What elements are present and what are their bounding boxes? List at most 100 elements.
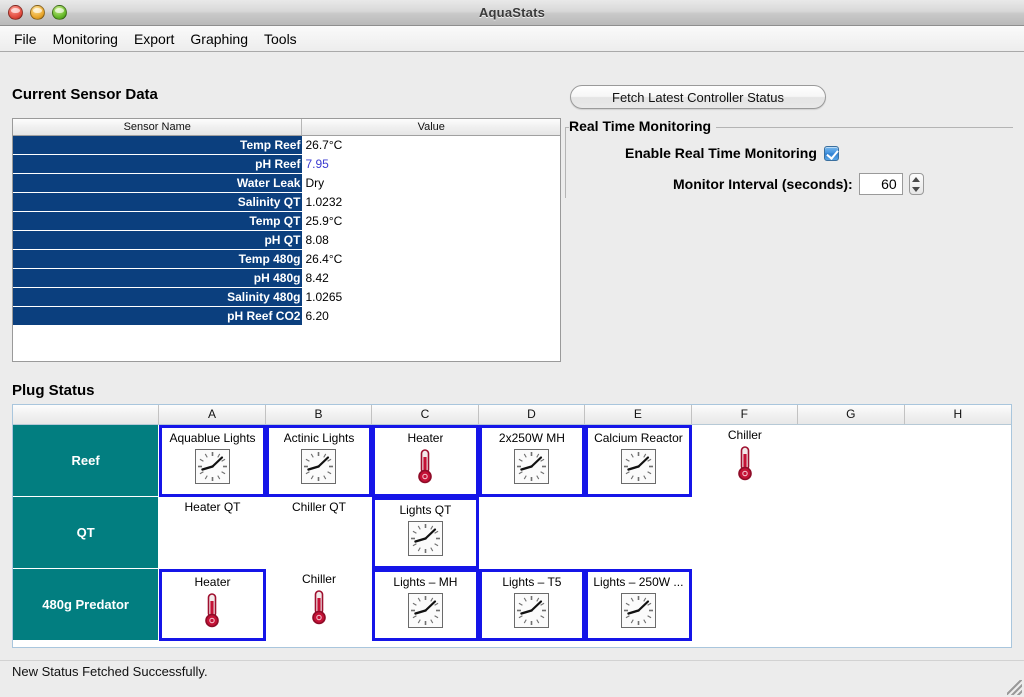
statusbar: New Status Fetched Successfully. <box>0 660 1024 697</box>
table-row[interactable]: pH Reef 7.95 <box>13 155 560 174</box>
monitor-interval-label: Monitor Interval (seconds): <box>673 176 853 192</box>
plug-cell[interactable] <box>798 497 905 569</box>
plug-cell-label: Actinic Lights <box>283 431 355 445</box>
sensor-value-cell: Dry <box>302 174 560 193</box>
column-header-f[interactable]: F <box>691 405 799 424</box>
plug-row-header[interactable]: QT <box>13 497 160 569</box>
plug-cell[interactable] <box>478 497 586 569</box>
sensor-value-cell: 26.4°C <box>302 250 560 269</box>
table-row[interactable]: pH 480g 8.42 <box>13 269 560 288</box>
plug-cell[interactable] <box>904 425 1011 497</box>
sensor-table-header: Sensor Name Value <box>13 119 560 136</box>
table-row[interactable]: Temp Reef 26.7°C <box>13 136 560 155</box>
window-controls <box>8 5 67 20</box>
menu-item-export[interactable]: Export <box>126 29 182 49</box>
plug-cell[interactable]: Heater QT <box>159 497 266 569</box>
menu-item-monitoring[interactable]: Monitoring <box>45 29 126 49</box>
column-header-h[interactable]: H <box>904 405 1011 424</box>
plug-table-corner <box>13 405 160 424</box>
plug-cell[interactable]: Lights – T5 <box>478 569 586 641</box>
plug-cell[interactable]: Heater <box>372 425 479 497</box>
sensor-name-cell: Water Leak <box>13 174 303 193</box>
real-time-monitoring-group: Real Time Monitoring Enable Real Time Mo… <box>565 118 1013 198</box>
plug-cell[interactable] <box>904 497 1011 569</box>
plug-cell[interactable]: Heater <box>159 569 266 641</box>
close-button[interactable] <box>8 5 23 20</box>
sensor-name-cell: Salinity QT <box>13 193 303 212</box>
table-row[interactable]: Temp 480g 26.4°C <box>13 250 560 269</box>
plug-cell[interactable]: Aquablue Lights <box>159 425 266 497</box>
menu-item-file[interactable]: File <box>6 29 45 49</box>
fetch-latest-controller-status-button[interactable]: Fetch Latest Controller Status <box>570 85 826 109</box>
clock-icon <box>513 592 550 629</box>
plug-row-header[interactable]: 480g Predator <box>13 569 160 641</box>
sensor-value-cell: 7.95 <box>302 155 560 174</box>
column-header-sensor-name[interactable]: Sensor Name <box>13 119 303 135</box>
main-content: Current Sensor Data Fetch Latest Control… <box>0 52 1024 660</box>
sensor-value-cell: 8.42 <box>302 269 560 288</box>
plug-cell-label: Chiller QT <box>291 500 346 514</box>
plug-table-body: Reef Aquablue Lights Actinic Lights Heater 2… <box>13 425 1011 641</box>
sensor-table-body: Temp Reef 26.7°C pH Reef 7.95 Water Leak Dry S… <box>13 136 560 326</box>
monitor-interval-row: Monitor Interval (seconds): 60 <box>673 173 924 195</box>
plug-cell[interactable] <box>798 425 905 497</box>
column-header-b[interactable]: B <box>265 405 373 424</box>
table-row[interactable]: Temp QT 25.9°C <box>13 212 560 231</box>
plug-cell[interactable]: 2x250W MH <box>478 425 586 497</box>
plug-cell[interactable]: Calcium Reactor <box>585 425 692 497</box>
plug-table-row: QT Heater QT Chiller QT Lights QT <box>13 497 1011 569</box>
table-row[interactable]: pH QT 8.08 <box>13 231 560 250</box>
clock-icon <box>513 448 550 485</box>
plug-cell[interactable]: Lights QT <box>372 497 479 569</box>
real-time-monitoring-legend: Real Time Monitoring <box>569 118 717 134</box>
table-row[interactable]: Salinity QT 1.0232 <box>13 193 560 212</box>
plug-cell[interactable]: Chiller QT <box>265 497 373 569</box>
clock-icon <box>300 448 337 485</box>
clock-icon <box>407 592 444 629</box>
sensor-value-cell: 1.0232 <box>302 193 560 212</box>
thermometer-icon <box>202 592 222 629</box>
column-header-g[interactable]: G <box>798 405 905 424</box>
plug-row-header[interactable]: Reef <box>13 425 160 497</box>
clock-icon <box>620 592 657 629</box>
plug-cell[interactable]: Actinic Lights <box>265 425 373 497</box>
plug-cell[interactable]: Lights – 250W ... <box>585 569 692 641</box>
sensor-data-table[interactable]: Sensor Name Value Temp Reef 26.7°C pH Reef… <box>12 118 561 362</box>
plug-cell[interactable] <box>798 569 905 641</box>
plug-cell[interactable] <box>691 497 799 569</box>
plug-cell-label: Lights – 250W ... <box>593 575 684 589</box>
plug-cell[interactable] <box>904 569 1011 641</box>
sensor-data-heading: Current Sensor Data <box>12 86 158 103</box>
sensor-value-cell: 1.0265 <box>302 288 560 307</box>
menu-item-tools[interactable]: Tools <box>256 29 305 49</box>
plug-status-table[interactable]: ABCDEFGH Reef Aquablue Lights Actinic Ligh… <box>12 404 1012 648</box>
table-row[interactable]: Salinity 480g 1.0265 <box>13 288 560 307</box>
zoom-button[interactable] <box>52 5 67 20</box>
column-header-d[interactable]: D <box>478 405 586 424</box>
menubar: File Monitoring Export Graphing Tools <box>0 26 1024 52</box>
clock-icon <box>407 520 444 557</box>
enable-real-time-monitoring-checkbox[interactable] <box>823 145 839 161</box>
menu-item-graphing[interactable]: Graphing <box>182 29 256 49</box>
plug-cell[interactable]: Lights – MH <box>372 569 479 641</box>
sensor-value-cell: 25.9°C <box>302 212 560 231</box>
status-message: New Status Fetched Successfully. <box>12 664 208 679</box>
column-header-c[interactable]: C <box>372 405 479 424</box>
plug-cell[interactable]: Chiller <box>691 425 799 497</box>
stepper-up-icon[interactable] <box>912 176 921 182</box>
column-header-a[interactable]: A <box>159 405 266 424</box>
column-header-e[interactable]: E <box>585 405 692 424</box>
minimize-button[interactable] <box>30 5 45 20</box>
stepper-down-icon[interactable] <box>912 186 921 192</box>
table-row[interactable]: pH Reef CO2 6.20 <box>13 307 560 326</box>
monitor-interval-input[interactable]: 60 <box>858 173 903 195</box>
column-header-value[interactable]: Value <box>302 119 560 135</box>
plug-cell[interactable]: Chiller <box>265 569 373 641</box>
plug-cell-label: Chiller <box>301 572 336 586</box>
thermometer-icon <box>415 448 435 485</box>
plug-cell[interactable] <box>585 497 692 569</box>
plug-cell[interactable] <box>691 569 799 641</box>
table-row[interactable]: Water Leak Dry <box>13 174 560 193</box>
resize-grip-icon[interactable] <box>1007 680 1022 695</box>
monitor-interval-stepper[interactable] <box>908 173 924 195</box>
